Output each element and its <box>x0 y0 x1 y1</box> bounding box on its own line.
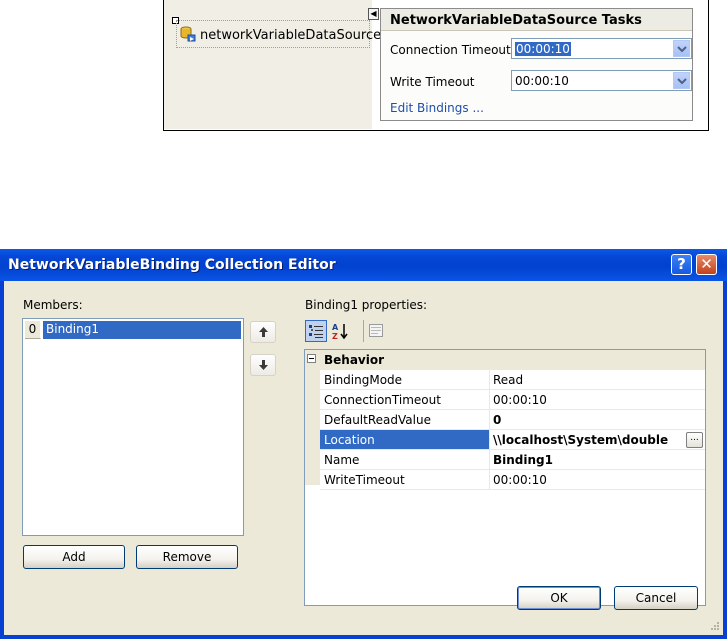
svg-text:A: A <box>332 323 339 332</box>
remove-button[interactable]: Remove <box>136 545 238 569</box>
property-pages-icon <box>369 324 383 337</box>
column-divider <box>489 370 490 390</box>
write-timeout-combo[interactable]: 00:00:10 <box>511 70 692 91</box>
move-up-button[interactable] <box>250 321 276 343</box>
svg-text:Z: Z <box>332 332 338 340</box>
collapse-toggle-icon[interactable] <box>307 354 316 363</box>
properties-label: Binding1 properties: <box>305 298 428 312</box>
property-value[interactable]: 00:00:10 <box>493 393 547 407</box>
property-name: BindingMode <box>324 373 403 387</box>
designer-surface: networkVariableDataSource1 ◀ NetworkVari… <box>163 0 709 131</box>
property-row[interactable]: ConnectionTimeout 00:00:10 <box>305 390 705 410</box>
dialog-title: NetworkVariableBinding Collection Editor <box>8 257 336 273</box>
property-name: Location <box>324 433 375 447</box>
connection-timeout-value[interactable]: 00:00:10 <box>515 42 571 56</box>
dialog-client-area: Members: 0 Binding1 Add Remove Binding1 … <box>4 281 723 635</box>
property-value[interactable]: 00:00:10 <box>493 473 547 487</box>
members-list[interactable]: 0 Binding1 <box>22 318 244 536</box>
arrow-down-icon <box>259 360 268 370</box>
categorized-button[interactable] <box>305 320 327 342</box>
property-value[interactable]: \\localhost\System\double <box>493 433 668 447</box>
column-divider <box>489 450 490 470</box>
chevron-down-icon <box>677 78 687 85</box>
category-label: Behavior <box>324 353 385 367</box>
property-row[interactable]: DefaultReadValue 0 <box>305 410 705 430</box>
tasks-title: NetworkVariableDataSource Tasks <box>390 13 642 28</box>
alphabetical-button[interactable]: A Z <box>330 320 352 342</box>
column-divider <box>489 430 490 450</box>
connection-timeout-combo[interactable]: 00:00:10 <box>511 38 692 59</box>
connection-timeout-label: Connection Timeout <box>390 43 511 57</box>
resize-grip-icon[interactable] <box>708 621 720 633</box>
property-grid-toolbar: A Z <box>304 318 706 345</box>
property-pages-button[interactable] <box>363 320 385 342</box>
column-divider <box>489 390 490 410</box>
property-name: DefaultReadValue <box>324 413 431 427</box>
property-name: Name <box>324 453 360 467</box>
members-label: Members: <box>23 298 83 312</box>
write-timeout-dropdown-button[interactable] <box>673 72 690 89</box>
component-name[interactable]: networkVariableDataSource1 <box>200 28 389 43</box>
property-row[interactable]: Name Binding1 <box>305 450 705 470</box>
column-divider <box>489 410 490 430</box>
property-name: WriteTimeout <box>324 473 405 487</box>
ok-button[interactable]: OK <box>517 586 601 610</box>
property-row-selected[interactable]: Location \\localhost\System\double ... <box>305 430 705 450</box>
ellipsis-button[interactable]: ... <box>686 432 703 448</box>
row-divider <box>320 489 705 490</box>
write-timeout-value[interactable]: 00:00:10 <box>515 74 569 88</box>
sort-alphabetical-icon: A Z <box>332 323 348 340</box>
property-value[interactable]: Binding1 <box>493 453 553 467</box>
write-timeout-label: Write Timeout <box>390 75 475 89</box>
data-source-icon <box>180 26 196 42</box>
column-divider <box>489 470 490 490</box>
smart-tag-collapse-button[interactable]: ◀ <box>368 8 379 20</box>
connection-timeout-dropdown-button[interactable] <box>673 40 690 57</box>
categorized-icon <box>309 325 323 338</box>
property-value[interactable]: 0 <box>493 413 501 427</box>
member-name[interactable]: Binding1 <box>43 321 241 339</box>
member-index: 0 <box>25 321 41 339</box>
edit-bindings-link[interactable]: Edit Bindings ... <box>390 101 484 115</box>
close-button[interactable]: ✕ <box>696 254 717 275</box>
move-down-button[interactable] <box>250 354 276 376</box>
chevron-down-icon <box>677 46 687 53</box>
tasks-header: NetworkVariableDataSource Tasks <box>381 9 692 31</box>
property-grid[interactable]: Behavior BindingMode Read ConnectionTime… <box>304 349 706 606</box>
property-row[interactable]: WriteTimeout 00:00:10 <box>305 470 705 490</box>
collection-editor-dialog: NetworkVariableBinding Collection Editor… <box>0 249 727 639</box>
property-name: ConnectionTimeout <box>324 393 441 407</box>
category-row-behavior[interactable]: Behavior <box>305 350 705 370</box>
title-bar[interactable]: NetworkVariableBinding Collection Editor… <box>0 249 727 281</box>
cancel-button[interactable]: Cancel <box>614 586 698 610</box>
property-value[interactable]: Read <box>493 373 523 387</box>
property-row[interactable]: BindingMode Read <box>305 370 705 390</box>
add-button[interactable]: Add <box>23 545 125 569</box>
smart-tasks-panel: NetworkVariableDataSource Tasks Connecti… <box>380 8 693 121</box>
arrow-up-icon <box>259 327 268 337</box>
list-item[interactable]: 0 Binding1 <box>25 321 241 339</box>
help-button[interactable]: ? <box>671 254 692 275</box>
